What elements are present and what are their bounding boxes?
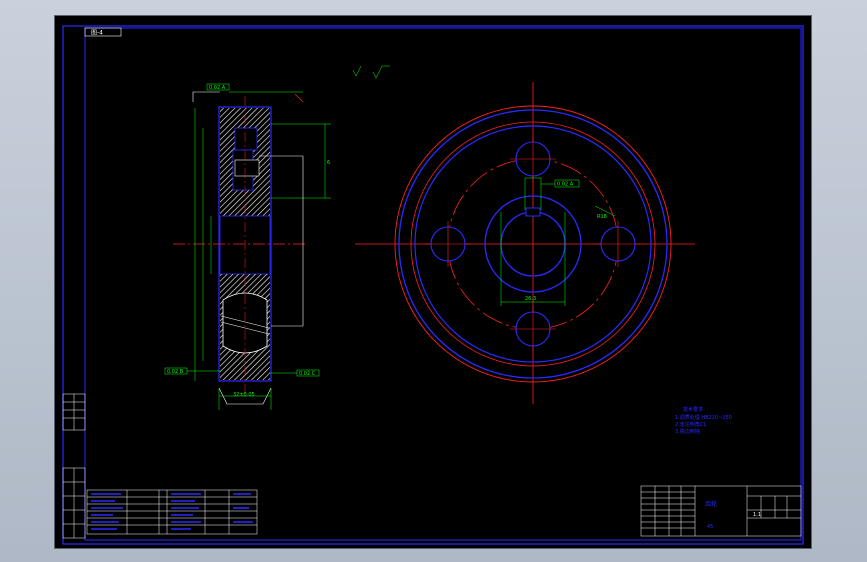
datum-label-c: 0.02 C	[299, 371, 316, 377]
notes-line2: 2.未注倒角C1	[675, 421, 706, 428]
notes-line3: 3.锐边倒钝	[675, 428, 700, 435]
dim-radius: R18	[597, 214, 607, 220]
outer-frame	[62, 25, 804, 545]
parameter-table	[86, 489, 258, 535]
title-drawing-name: 齿轮	[705, 500, 717, 508]
front-view: 26.3 0.02 A R18	[355, 82, 695, 404]
dim-keyway: 26.3	[525, 296, 536, 302]
section-view: 0.02 A 6 0.02 B 0.02 C 32±0.05	[164, 83, 331, 410]
notes-line1: 1.调质处理 HB220~250	[675, 414, 732, 421]
technical-notes: 技术要求 1.调质处理 HB220~250 2.未注倒角C1 3.锐边倒钝	[675, 406, 732, 435]
datum-label-b: 0.02 B	[167, 369, 184, 375]
left-margin-table	[62, 393, 86, 539]
drawing-sheet: 图-4 0.02 A 6 0.02 B 0.02 C 32±0.05 26.3 …	[54, 15, 812, 549]
dim-width: 32±0.05	[233, 392, 255, 398]
sheet-code: 图-4	[91, 30, 103, 37]
dim-depth: 6	[327, 160, 330, 166]
roughness-symbols	[352, 65, 390, 79]
cad-canvas: 图-4 0.02 A 6 0.02 B 0.02 C 32±0.05 26.3 …	[62, 25, 804, 545]
title-block	[640, 485, 802, 537]
notes-heading: 技术要求	[683, 406, 703, 413]
inner-frame	[84, 27, 802, 541]
datum-label-a: 0.02 A	[209, 85, 226, 91]
parameter-table-fill	[91, 493, 253, 530]
title-material: 45	[707, 524, 713, 530]
datum-label-d: 0.02 A	[557, 182, 574, 188]
title-scale: 1:1	[753, 512, 761, 518]
